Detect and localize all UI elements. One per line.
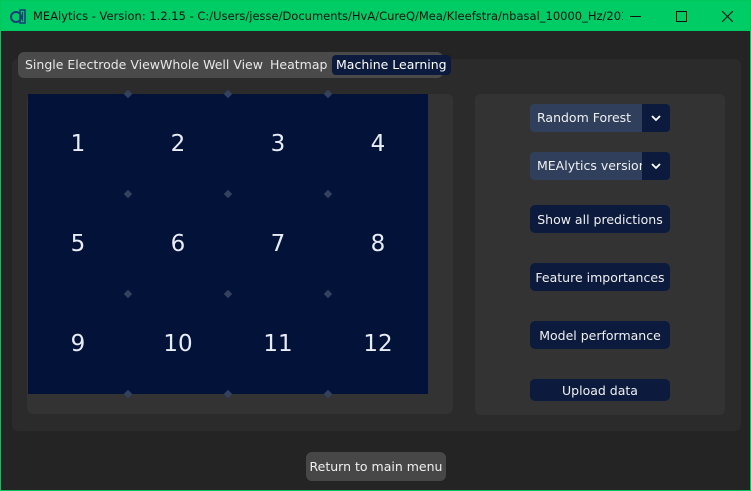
minimize-icon [629, 15, 641, 17]
tab-machine-learning[interactable]: Machine Learning [332, 55, 451, 75]
maximize-icon [675, 10, 687, 22]
model-select-value: Random Forest [537, 110, 632, 125]
electrode-cell[interactable]: 3 [228, 94, 328, 194]
window-title: MEAlytics - Version: 1.2.15 - C:/Users/j… [33, 9, 623, 23]
close-button[interactable] [704, 1, 750, 31]
electrode-cell[interactable]: 7 [228, 194, 328, 294]
close-icon [721, 10, 733, 22]
chevron-down-icon[interactable] [642, 152, 670, 180]
show-all-predictions-button[interactable]: Show all predictions [530, 205, 670, 233]
minimize-button[interactable] [612, 1, 658, 31]
electrode-cell[interactable]: 10 [128, 294, 228, 394]
electrode-cell[interactable]: 11 [228, 294, 328, 394]
electrode-cell[interactable]: 6 [128, 194, 228, 294]
maximize-button[interactable] [658, 1, 704, 31]
model-select-dropdown[interactable]: Random Forest [530, 104, 670, 132]
electrode-cell[interactable]: 5 [28, 194, 128, 294]
upload-data-button[interactable]: Upload data [530, 379, 670, 401]
electrode-cell[interactable]: 12 [328, 294, 428, 394]
electrode-cell[interactable]: 1 [28, 94, 128, 194]
title-bar[interactable]: MEAlytics - Version: 1.2.15 - C:/Users/j… [1, 1, 750, 31]
app-logo-icon [10, 9, 26, 24]
version-select-value: MEAlytics version [537, 158, 647, 173]
electrode-cell[interactable]: 4 [328, 94, 428, 194]
electrode-cell[interactable]: 2 [128, 94, 228, 194]
controls-panel [475, 94, 725, 415]
return-to-main-menu-button[interactable]: Return to main menu [306, 452, 446, 481]
model-performance-button[interactable]: Model performance [530, 321, 670, 349]
electrode-grid: 1 2 3 4 5 6 7 8 9 10 11 12 [28, 89, 428, 399]
tab-whole-well-view[interactable]: Whole Well View [156, 55, 267, 75]
electrode-cell[interactable]: 8 [328, 194, 428, 294]
chevron-down-icon[interactable] [642, 104, 670, 132]
tab-heatmap[interactable]: Heatmap [266, 55, 331, 75]
tab-bar: Single Electrode View Whole Well View He… [18, 52, 451, 78]
version-select-dropdown[interactable]: MEAlytics version [530, 152, 670, 180]
app-window: MEAlytics - Version: 1.2.15 - C:/Users/j… [0, 0, 751, 491]
feature-importances-button[interactable]: Feature importances [530, 263, 670, 291]
tab-single-electrode-view[interactable]: Single Electrode View [21, 55, 164, 75]
electrode-cell[interactable]: 9 [28, 294, 128, 394]
